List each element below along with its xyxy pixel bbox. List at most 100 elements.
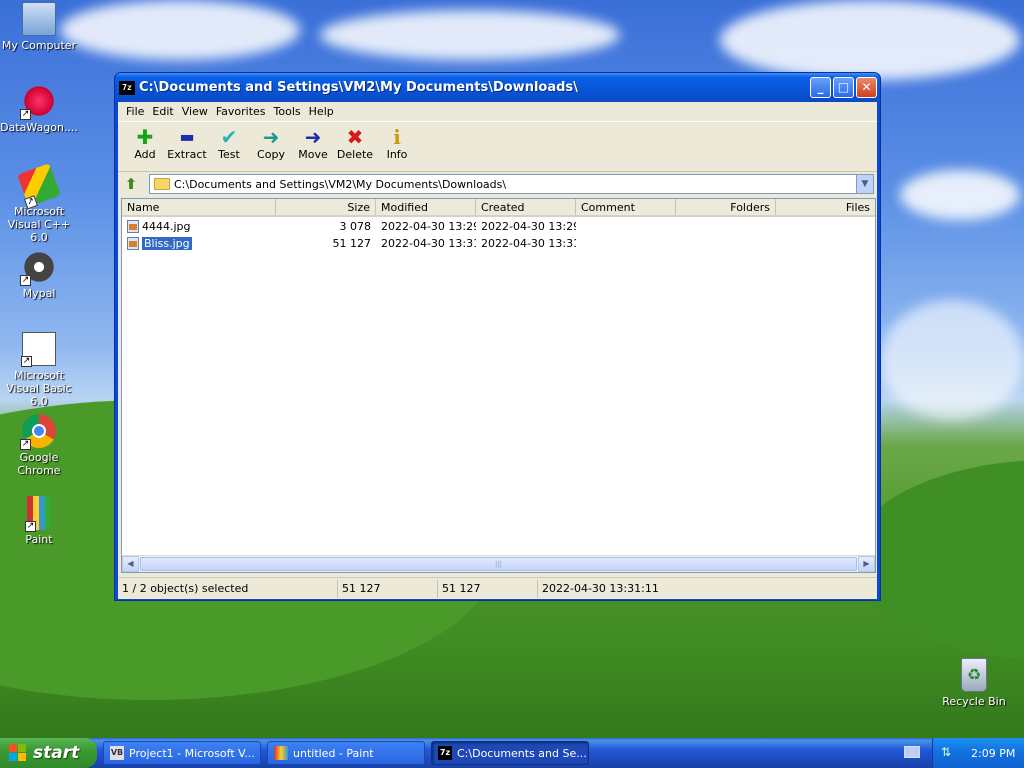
desktop-icon-label: Microsoft Visual Basic 6.0 bbox=[6, 369, 72, 408]
test-label: Test bbox=[218, 148, 240, 161]
chevron-down-icon[interactable]: ▼ bbox=[856, 175, 873, 193]
desktop-icon-paint[interactable]: ↗ Paint bbox=[0, 496, 78, 546]
column-created[interactable]: Created bbox=[476, 199, 576, 215]
delete-button[interactable]: ✖ Delete bbox=[334, 126, 376, 161]
status-size: 51 127 bbox=[338, 579, 438, 598]
network-icon[interactable]: ⇅ bbox=[941, 745, 957, 761]
file-name: 4444.jpg bbox=[142, 219, 191, 233]
desktop-icon-visual-cpp[interactable]: ↗ Microsoft Visual C++ 6.0 bbox=[0, 163, 78, 244]
test-button[interactable]: ✔ Test bbox=[208, 126, 250, 161]
visual-basic-icon: ↗ bbox=[21, 332, 56, 367]
status-packed: 51 127 bbox=[438, 579, 538, 598]
menu-view[interactable]: View bbox=[178, 105, 212, 118]
add-button[interactable]: ✚ Add bbox=[124, 126, 166, 161]
desktop-icon-label: Paint bbox=[25, 533, 53, 546]
file-created: 2022-04-30 13:29 bbox=[481, 220, 576, 233]
menu-edit[interactable]: Edit bbox=[148, 105, 177, 118]
file-size: 3 078 bbox=[339, 220, 372, 233]
column-comment[interactable]: Comment bbox=[576, 199, 676, 215]
add-label: Add bbox=[134, 148, 156, 161]
column-headers: Name Size Modified Created Comment Folde… bbox=[122, 199, 875, 217]
table-row[interactable]: 4444.jpg 3 078 2022-04-30 13:29 2022-04-… bbox=[122, 218, 875, 235]
windows-logo-icon bbox=[9, 744, 27, 762]
menu-file[interactable]: File bbox=[122, 105, 148, 118]
move-button[interactable]: ➜ Move bbox=[292, 126, 334, 161]
taskbar-item-vb-project[interactable]: VB Project1 - Microsoft V... bbox=[103, 741, 261, 765]
file-list[interactable]: Name Size Modified Created Comment Folde… bbox=[121, 198, 876, 573]
visual-cpp-icon: ↗ bbox=[17, 163, 61, 210]
datawagon-icon: ↗ bbox=[20, 84, 56, 120]
toolbar: ✚ Add ▬ Extract ✔ Test ➜ Copy ➜ Move ✖ D… bbox=[118, 122, 877, 172]
maximize-button[interactable]: □ bbox=[833, 77, 854, 98]
7zip-window: 7z C:\Documents and Settings\VM2\My Docu… bbox=[114, 72, 881, 601]
start-label: start bbox=[33, 743, 80, 763]
task-label: Project1 - Microsoft V... bbox=[129, 746, 255, 760]
copy-arrow-icon: ➜ bbox=[262, 125, 280, 149]
chrome-icon: ↗ bbox=[20, 414, 56, 450]
desktop-icon-recycle-bin[interactable]: ♻ Recycle Bin bbox=[935, 658, 1013, 708]
folder-icon bbox=[154, 178, 170, 190]
scroll-left-icon[interactable]: ◀ bbox=[122, 556, 139, 572]
desktop-icon-visual-basic[interactable]: ↗ Microsoft Visual Basic 6.0 bbox=[0, 332, 78, 408]
desktop-icon-label: Mypal bbox=[22, 287, 56, 300]
extract-button[interactable]: ▬ Extract bbox=[166, 126, 208, 161]
start-button[interactable]: start bbox=[0, 738, 97, 768]
7zip-app-icon: 7z bbox=[119, 80, 135, 95]
scroll-right-icon[interactable]: ▶ bbox=[858, 556, 875, 572]
minimize-button[interactable]: _ bbox=[810, 77, 831, 98]
column-name[interactable]: Name bbox=[122, 199, 276, 215]
copy-label: Copy bbox=[257, 148, 285, 161]
desktop-icon-label: My Computer bbox=[1, 39, 77, 52]
column-modified[interactable]: Modified bbox=[376, 199, 476, 215]
delete-label: Delete bbox=[336, 148, 374, 161]
close-button[interactable]: ✕ bbox=[856, 77, 877, 98]
address-text: C:\Documents and Settings\VM2\My Documen… bbox=[174, 177, 507, 191]
minus-icon: ▬ bbox=[179, 127, 195, 146]
file-size: 51 127 bbox=[332, 237, 372, 250]
check-icon: ✔ bbox=[220, 125, 238, 149]
file-modified: 2022-04-30 13:29 bbox=[381, 220, 476, 233]
jpg-file-icon bbox=[127, 220, 139, 234]
address-field[interactable]: C:\Documents and Settings\VM2\My Documen… bbox=[149, 174, 874, 194]
address-bar: ⬆ C:\Documents and Settings\VM2\My Docum… bbox=[118, 172, 877, 196]
copy-button[interactable]: ➜ Copy bbox=[250, 126, 292, 161]
status-bar: 1 / 2 object(s) selected 51 127 51 127 2… bbox=[118, 577, 877, 599]
up-folder-icon[interactable]: ⬆ bbox=[121, 174, 141, 194]
recycle-bin-icon: ♻ bbox=[961, 658, 987, 692]
info-button[interactable]: i Info bbox=[376, 126, 418, 161]
menu-help[interactable]: Help bbox=[305, 105, 338, 118]
move-arrow-icon: ➜ bbox=[304, 125, 322, 149]
table-row[interactable]: Bliss.jpg 51 127 2022-04-30 13:31 2022-0… bbox=[122, 235, 875, 252]
clock[interactable]: 2:09 PM bbox=[971, 747, 1015, 760]
paint-icon: ↗ bbox=[25, 496, 51, 532]
title-bar[interactable]: 7z C:\Documents and Settings\VM2\My Docu… bbox=[115, 73, 880, 102]
column-files[interactable]: Files bbox=[776, 199, 875, 215]
window-client: File Edit View Favorites Tools Help ✚ Ad… bbox=[118, 102, 877, 599]
menu-favorites[interactable]: Favorites bbox=[212, 105, 270, 118]
horizontal-scrollbar[interactable]: ◀ ||| ▶ bbox=[122, 555, 875, 572]
plus-icon: ✚ bbox=[136, 125, 154, 149]
scroll-thumb[interactable]: ||| bbox=[140, 557, 857, 571]
menu-tools[interactable]: Tools bbox=[270, 105, 305, 118]
system-tray: ⇅ 2:09 PM bbox=[932, 738, 1024, 768]
desktop-icon-my-computer[interactable]: My Computer bbox=[0, 2, 78, 52]
task-label: C:\Documents and Se... bbox=[457, 746, 587, 760]
info-icon: i bbox=[393, 125, 401, 149]
window-title: C:\Documents and Settings\VM2\My Documen… bbox=[139, 80, 578, 95]
taskbar-item-7zip[interactable]: 7z C:\Documents and Se... bbox=[431, 741, 589, 765]
desktop-icon-label: Recycle Bin bbox=[942, 695, 1006, 708]
desktop-icon-mypal[interactable]: ↗ Mypal bbox=[0, 250, 78, 300]
desktop-icon-chrome[interactable]: ↗ Google Chrome bbox=[0, 414, 78, 477]
desktop-icon-label: DataWagon.... bbox=[0, 121, 78, 134]
file-name: Bliss.jpg bbox=[142, 236, 192, 250]
column-folders[interactable]: Folders bbox=[676, 199, 776, 215]
move-label: Move bbox=[298, 148, 328, 161]
taskbar-item-paint[interactable]: untitled - Paint bbox=[267, 741, 425, 765]
mypal-icon: ↗ bbox=[20, 250, 56, 286]
column-size[interactable]: Size bbox=[276, 199, 376, 215]
jpg-file-icon bbox=[127, 237, 139, 251]
computer-icon bbox=[22, 2, 56, 36]
desktop-icon-label: Google Chrome bbox=[17, 451, 61, 477]
keyboard-icon[interactable] bbox=[904, 746, 920, 758]
desktop-icon-datawagon[interactable]: ↗ DataWagon.... bbox=[0, 84, 78, 134]
